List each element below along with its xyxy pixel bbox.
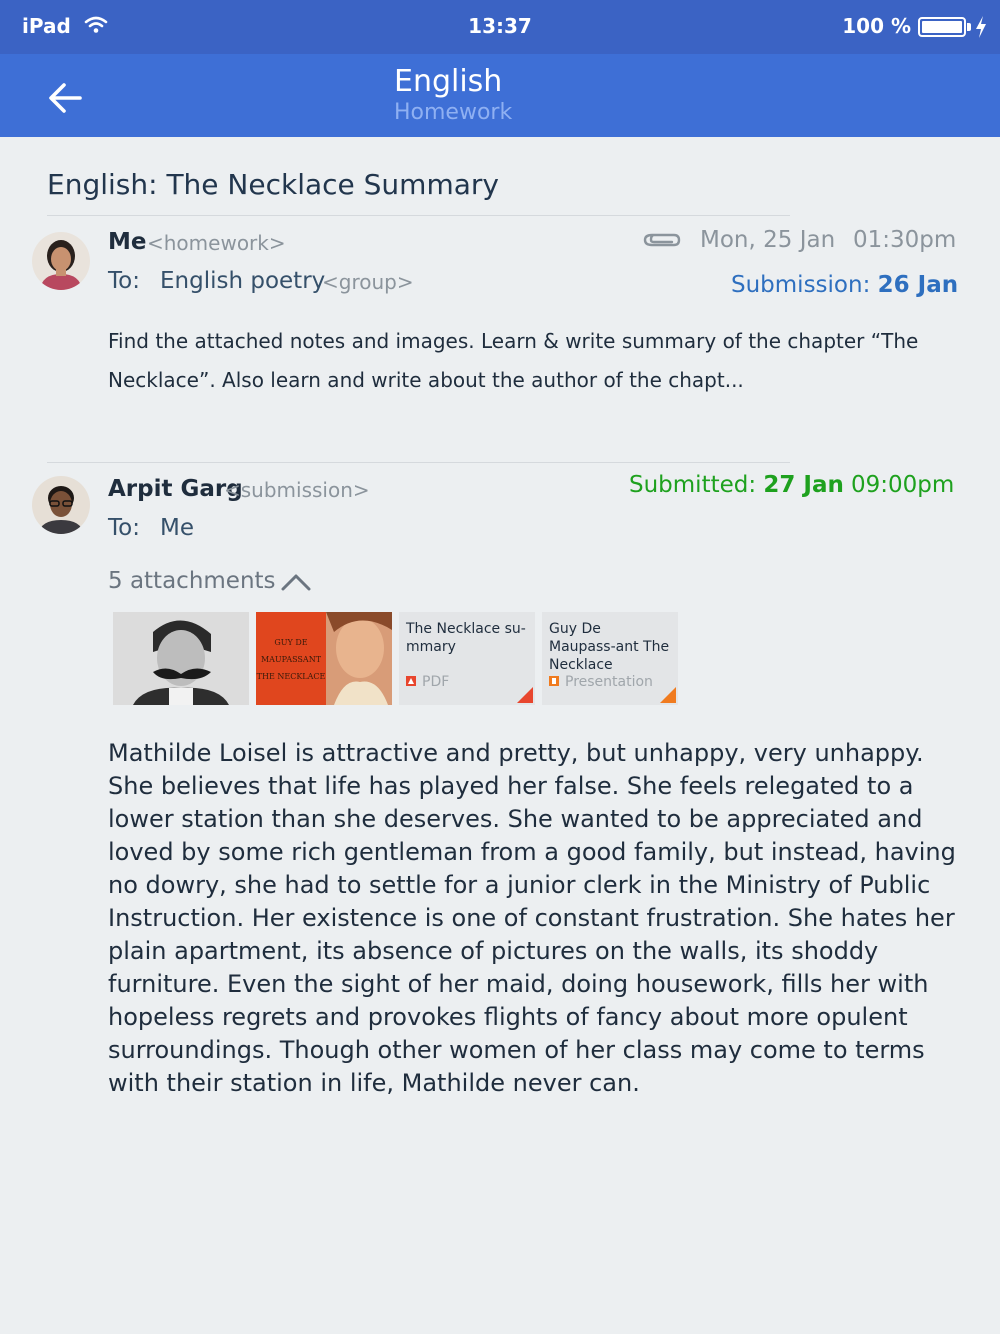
divider <box>47 462 790 463</box>
divider <box>47 215 790 216</box>
paperclip-icon <box>643 233 681 247</box>
avatar[interactable] <box>32 476 90 534</box>
submitted-time: 09:00pm <box>851 472 955 498</box>
submitted-label: Submitted: <box>629 472 757 498</box>
book-cover-image: GUY DE MAUPASSANT THE NECKLACE <box>256 612 392 705</box>
portrait-image <box>113 612 249 705</box>
homework-message-body[interactable]: Find the attached notes and images. Lear… <box>108 322 928 400</box>
dog-ear-corner-icon <box>660 687 676 703</box>
attachment-type: Presentation <box>549 674 653 690</box>
attachment-type-label: Presentation <box>565 674 653 690</box>
wifi-icon <box>84 16 108 33</box>
book-cover-line: GUY DE <box>274 638 307 647</box>
app-bar-subtitle: Homework <box>394 100 513 125</box>
status-bar: iPad 13:37 100 % <box>0 0 1000 54</box>
recipient-tag: <group> <box>322 270 414 294</box>
submitted-date: Submitted: 27 Jan <box>629 472 844 498</box>
dog-ear-corner-icon <box>517 687 533 703</box>
submission-date-value: 26 Jan <box>877 272 959 298</box>
attachment-image-book-cover[interactable]: GUY DE MAUPASSANT THE NECKLACE <box>256 612 392 705</box>
recipient-name[interactable]: Me <box>160 515 194 541</box>
to-label: To: <box>108 268 140 294</box>
sender-name: Me <box>108 229 147 255</box>
message-date: Mon, 25 Jan <box>700 227 836 253</box>
app-bar: English Homework <box>0 54 1000 137</box>
submission-due-date: Submission: 26 Jan <box>731 272 958 298</box>
submission-message-body[interactable]: Mathilde Loisel is attractive and pretty… <box>108 737 968 1100</box>
message-time: 01:30pm <box>853 227 957 253</box>
chevron-up-icon[interactable] <box>280 572 312 592</box>
attachment-type-label: PDF <box>422 674 450 690</box>
presentation-icon <box>549 676 559 686</box>
back-arrow-icon[interactable] <box>46 81 86 115</box>
attachments-toggle[interactable]: 5 attachments <box>108 568 276 594</box>
to-label: To: <box>108 515 140 541</box>
device-name: iPad <box>22 14 71 38</box>
battery-percent: 100 % <box>842 14 911 38</box>
battery-nub <box>967 23 971 31</box>
attachment-image-portrait[interactable] <box>113 612 249 705</box>
sender-role: <submission> <box>224 478 370 502</box>
book-cover-line: MAUPASSANT <box>261 655 322 664</box>
avatar[interactable] <box>32 232 90 290</box>
battery-icon <box>918 17 966 37</box>
attachment-pdf[interactable]: The Necklace su-mmary PDF <box>399 612 535 705</box>
attachment-presentation[interactable]: Guy De Maupass-ant The Necklace Presenta… <box>542 612 678 705</box>
sender-name: Arpit Garg <box>108 476 243 502</box>
attachment-title: The Necklace su-mmary <box>406 621 526 655</box>
book-cover-line: THE NECKLACE <box>257 672 326 681</box>
app-bar-title: English <box>394 64 503 99</box>
recipient-group[interactable]: English poetry <box>160 268 325 294</box>
attachment-title: Guy De Maupass-ant The Necklace <box>549 621 670 673</box>
submitted-date-value: 27 Jan <box>763 472 844 498</box>
attachment-type: PDF <box>406 674 449 690</box>
pdf-icon <box>406 676 416 686</box>
sender-role: <homework> <box>147 231 286 255</box>
page-title: English: The Necklace Summary <box>47 168 499 201</box>
submission-label: Submission: <box>731 272 871 298</box>
charging-bolt-icon <box>976 16 986 38</box>
